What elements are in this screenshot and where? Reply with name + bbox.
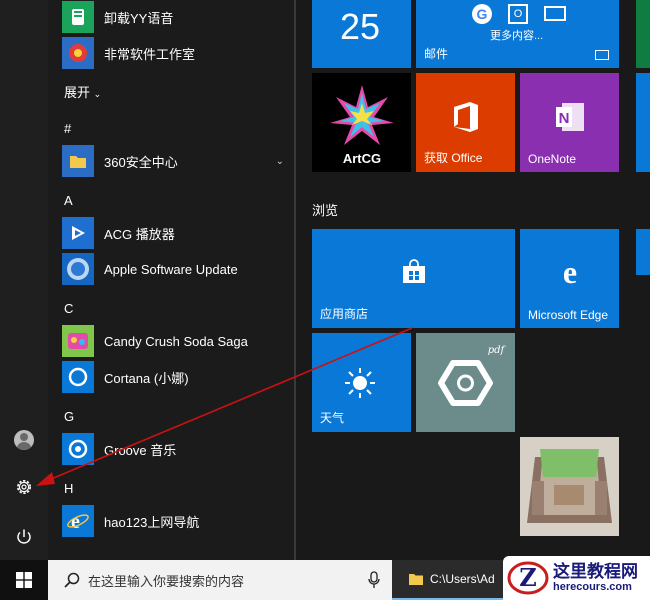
section-header-hash[interactable]: # bbox=[64, 121, 71, 136]
mail-label: 邮件 bbox=[424, 47, 449, 61]
list-item-hao123[interactable]: e hao123上网导航 bbox=[62, 504, 290, 538]
expand-toggle[interactable]: 展开 ⌄ bbox=[64, 82, 101, 101]
calendar-tile[interactable]: 25 bbox=[312, 0, 411, 68]
store-label: 应用商店 bbox=[320, 307, 369, 321]
list-item-candy-crush[interactable]: Candy Crush Soda Saga bbox=[62, 324, 290, 358]
tiles-area: 25 G O 更多内容... 邮件 ArtCG 获取 Office N OneN… bbox=[296, 0, 650, 560]
ie-icon: e bbox=[62, 505, 94, 537]
start-button[interactable] bbox=[0, 560, 48, 600]
list-item-cortana[interactable]: Cortana (小娜) bbox=[62, 360, 290, 394]
section-header-h[interactable]: H bbox=[64, 481, 73, 496]
pdf-app-tile[interactable]: pdf bbox=[416, 333, 515, 432]
apple-update-icon bbox=[62, 253, 94, 285]
search-input[interactable]: 在这里输入你要搜索的内容 bbox=[88, 571, 244, 590]
svg-text:e: e bbox=[563, 257, 577, 289]
list-item-groove[interactable]: Groove 音乐 bbox=[62, 432, 290, 466]
microphone-icon[interactable] bbox=[368, 571, 380, 589]
explorer-window-title: C:\Users\Ad bbox=[430, 572, 495, 586]
watermark-logo-icon: Z bbox=[507, 561, 549, 595]
folder-icon bbox=[62, 145, 94, 177]
settings-gear-icon bbox=[17, 480, 31, 494]
list-item-apple-update[interactable]: Apple Software Update bbox=[62, 252, 290, 286]
mail-tile[interactable]: G O 更多内容... 邮件 bbox=[416, 0, 619, 68]
office-icon bbox=[454, 102, 478, 132]
svg-text:ArtCG: ArtCG bbox=[343, 151, 381, 166]
groove-icon bbox=[62, 433, 94, 465]
user-avatar-button[interactable] bbox=[0, 416, 48, 464]
weather-tile[interactable]: 天气 bbox=[312, 333, 411, 432]
artcg-tile[interactable]: ArtCG bbox=[312, 73, 411, 172]
outlook-icon: O bbox=[508, 4, 528, 24]
edge-icon: e bbox=[563, 257, 577, 289]
artcg-logo-icon: ArtCG bbox=[330, 85, 394, 166]
user-avatar-icon bbox=[14, 430, 34, 450]
edge-label: Microsoft Edge bbox=[528, 308, 609, 322]
sun-icon bbox=[345, 368, 375, 398]
acg-player-icon bbox=[62, 217, 94, 249]
chevron-down-icon[interactable]: ⌄ bbox=[276, 156, 284, 167]
site-watermark: Z 这里教程网 herecours.com bbox=[503, 556, 650, 600]
store-bag-icon bbox=[403, 259, 425, 283]
section-header-c[interactable]: C bbox=[64, 301, 73, 316]
settings-button[interactable] bbox=[0, 463, 48, 511]
onenote-tile[interactable]: N OneNote bbox=[520, 73, 619, 172]
onenote-label: OneNote bbox=[528, 152, 577, 166]
onenote-icon: N bbox=[556, 103, 584, 131]
partial-tile-excel[interactable] bbox=[636, 0, 650, 68]
svg-text:Z: Z bbox=[519, 563, 537, 592]
mail-envelope-icon bbox=[544, 6, 566, 21]
power-button[interactable] bbox=[0, 513, 48, 561]
store-tile[interactable]: 应用商店 bbox=[312, 229, 515, 328]
mail-more-text: 更多内容... bbox=[490, 30, 544, 42]
search-icon bbox=[64, 572, 80, 588]
svg-text:pdf: pdf bbox=[488, 345, 507, 356]
windows-logo-icon bbox=[16, 572, 32, 588]
svg-text:N: N bbox=[559, 110, 570, 127]
taskbar-file-explorer[interactable]: C:\Users\Ad bbox=[392, 560, 508, 600]
chevron-down-icon: ⌄ bbox=[93, 89, 102, 99]
partial-tile-right-1[interactable] bbox=[636, 73, 650, 172]
hexagon-pdf-icon: pdf bbox=[438, 345, 507, 406]
edge-tile[interactable]: e Microsoft Edge bbox=[520, 229, 619, 328]
folder-icon bbox=[409, 574, 423, 585]
app-list: 卸载YY语音 非常软件工作室 展开 ⌄ # 360安全中心 ⌄ A ACG 播放… bbox=[48, 0, 296, 560]
svg-text:e: e bbox=[71, 511, 80, 533]
list-item-software-studio[interactable]: 非常软件工作室 bbox=[62, 36, 290, 70]
candy-crush-icon bbox=[62, 325, 94, 357]
watermark-url: herecours.com bbox=[553, 581, 632, 593]
weather-label: 天气 bbox=[320, 411, 345, 425]
get-office-tile[interactable]: 获取 Office bbox=[416, 73, 515, 172]
envelope-icon bbox=[595, 50, 609, 60]
section-header-a[interactable]: A bbox=[64, 193, 73, 208]
power-icon bbox=[17, 529, 31, 544]
list-item-360-security[interactable]: 360安全中心 ⌄ bbox=[62, 144, 290, 178]
list-item-uninstall-yy[interactable]: 卸载YY语音 bbox=[62, 0, 290, 34]
room-sketch-icon bbox=[520, 437, 619, 536]
taskbar-search-box[interactable]: 在这里输入你要搜索的内容 bbox=[48, 560, 392, 600]
google-icon: G bbox=[472, 4, 492, 24]
start-menu-rail bbox=[0, 0, 48, 560]
yy-voice-icon bbox=[62, 1, 94, 33]
calendar-day: 25 bbox=[340, 6, 381, 47]
software-studio-icon bbox=[62, 37, 94, 69]
watermark-title: 这里教程网 bbox=[553, 562, 638, 582]
cortana-icon bbox=[62, 361, 94, 393]
sketch-room-tile[interactable] bbox=[520, 437, 619, 536]
partial-tile-right-2[interactable] bbox=[636, 229, 650, 275]
section-header-g[interactable]: G bbox=[64, 409, 74, 424]
list-item-acg-player[interactable]: ACG 播放器 bbox=[62, 216, 290, 250]
get-office-label: 获取 Office bbox=[424, 151, 483, 165]
group-header-browse[interactable]: 浏览 bbox=[312, 200, 338, 219]
